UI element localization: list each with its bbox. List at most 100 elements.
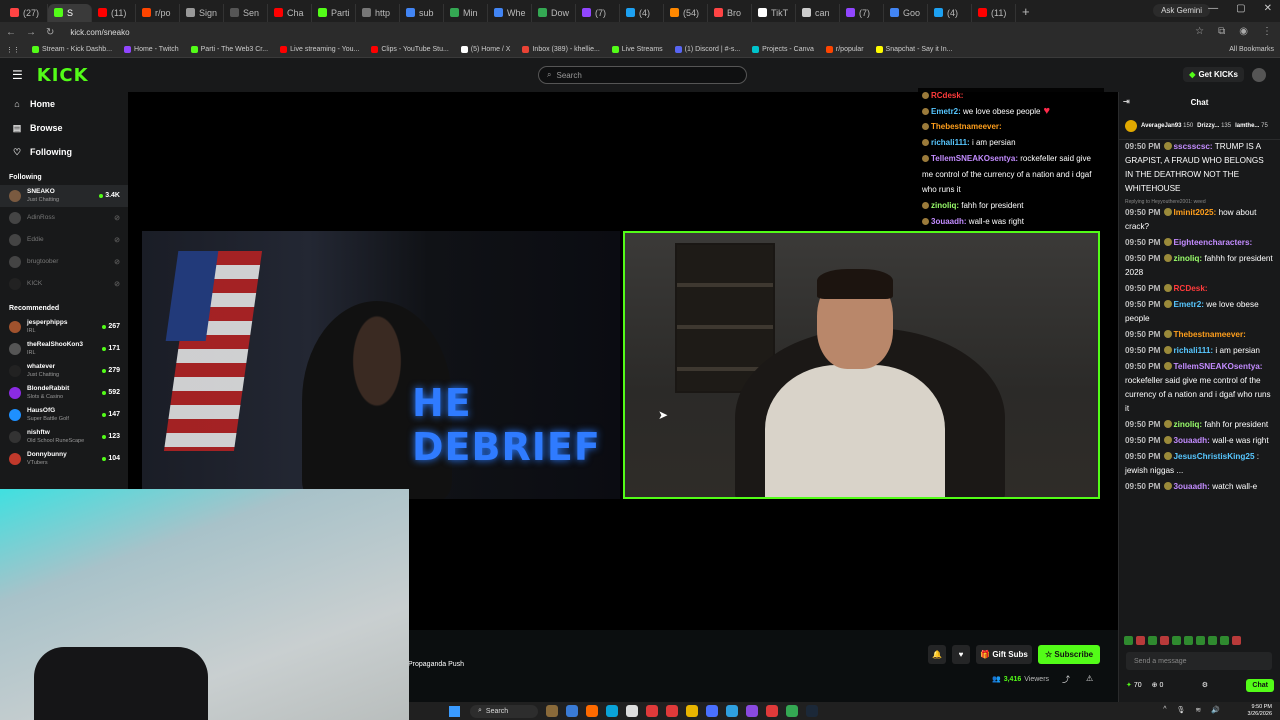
sidebar-item-home[interactable]: ⌂ Home: [0, 92, 128, 116]
message-username[interactable]: Iminit2025:: [1174, 208, 1217, 217]
notification-bell-button[interactable]: 🔔: [928, 645, 946, 664]
browser-tab[interactable]: (4): [620, 3, 664, 22]
menu-hamburger-icon[interactable]: ☰: [12, 68, 23, 82]
channel-item[interactable]: AdinRoss ⊘: [0, 207, 128, 229]
message-username[interactable]: Thebestnameever:: [1174, 330, 1246, 339]
app-icon[interactable]: [586, 705, 598, 717]
kick-logo[interactable]: KICK: [37, 65, 89, 86]
back-icon[interactable]: ←: [6, 27, 16, 38]
url-field[interactable]: kick.com/sneako: [70, 28, 129, 37]
channel-item[interactable]: nishftw Old School RuneScape 123: [0, 426, 128, 448]
chevron-up-icon[interactable]: ^: [1163, 706, 1166, 714]
browser-tab[interactable]: (7): [576, 3, 620, 22]
bookmark-item[interactable]: Live Streams: [611, 46, 663, 53]
follow-heart-button[interactable]: ♥: [952, 645, 970, 664]
channel-item[interactable]: KICK ⊘: [0, 273, 128, 295]
bookmark-item[interactable]: Projects - Canva: [752, 46, 814, 53]
channel-item[interactable]: Eddie ⊘: [0, 229, 128, 251]
message-username[interactable]: zinoliq:: [1174, 254, 1203, 263]
forward-icon[interactable]: →: [26, 27, 36, 38]
system-clock[interactable]: 9:50 PM 3/26/2026: [1248, 704, 1272, 718]
file-explorer-icon[interactable]: [686, 705, 698, 717]
browser-tab[interactable]: (7): [840, 3, 884, 22]
message-username[interactable]: JesusChristisKing25: [1174, 452, 1255, 461]
chat-settings-icon[interactable]: ⚙: [1202, 681, 1208, 689]
app-icon[interactable]: [626, 705, 638, 717]
message-username[interactable]: Eighteencharacters:: [1174, 238, 1253, 247]
browser-tab[interactable]: r/po: [136, 3, 180, 22]
app-icon[interactable]: [646, 705, 658, 717]
app-icon[interactable]: [666, 705, 678, 717]
channel-item[interactable]: Donnybunny VTubers 104: [0, 448, 128, 470]
message-username[interactable]: RCDesk:: [1174, 284, 1208, 293]
bookmark-item[interactable]: (5) Home / X: [460, 46, 510, 53]
bookmark-item[interactable]: Snapchat - Say it In...: [875, 46, 952, 53]
chrome-icon[interactable]: [786, 705, 798, 717]
browser-tab[interactable]: Cha: [268, 3, 312, 22]
browser-tab[interactable]: can: [796, 3, 840, 22]
edge-icon[interactable]: [606, 705, 618, 717]
app-icon[interactable]: [566, 705, 578, 717]
message-username[interactable]: 3ouaadh:: [1174, 482, 1210, 491]
browser-tab[interactable]: Sign: [180, 3, 224, 22]
bookmark-item[interactable]: r/popular: [825, 46, 864, 53]
minimize-icon[interactable]: —: [1208, 3, 1218, 14]
browser-tab[interactable]: http: [356, 3, 400, 22]
channel-item[interactable]: SNEAKO Just Chatting 3.4K: [0, 185, 128, 207]
maximize-icon[interactable]: ▢: [1236, 3, 1245, 14]
browser-tab[interactable]: TikT: [752, 3, 796, 22]
bookmark-star-icon[interactable]: ☆: [1195, 26, 1204, 37]
windows-start-icon[interactable]: [449, 705, 460, 717]
extensions-icon[interactable]: ⧉: [1218, 26, 1225, 37]
new-tab-icon[interactable]: +: [1016, 4, 1036, 19]
bookmark-item[interactable]: Live streaming - You...: [280, 46, 359, 53]
emote-icon[interactable]: [1124, 636, 1133, 645]
browser-tab[interactable]: (54): [664, 3, 708, 22]
search-input[interactable]: ⌕ Search: [538, 66, 747, 84]
message-username[interactable]: richali111:: [1174, 346, 1214, 355]
share-icon[interactable]: ⤴: [1062, 674, 1070, 685]
emote-icon[interactable]: [1208, 636, 1217, 645]
message-username[interactable]: Emetr2:: [1174, 300, 1205, 309]
browser-tab[interactable]: Goo: [884, 3, 928, 22]
sidebar-item-following[interactable]: ♡ Following: [0, 140, 128, 164]
app-icon[interactable]: [546, 705, 558, 717]
volume-icon[interactable]: 🔊: [1211, 706, 1220, 714]
app-icon[interactable]: [706, 705, 718, 717]
bookmark-item[interactable]: (1) Discord | #-s...: [674, 46, 740, 53]
emote-icon[interactable]: [1148, 636, 1157, 645]
taskbar-search[interactable]: ⌕ Search: [470, 704, 538, 718]
browser-tab[interactable]: Dow: [532, 3, 576, 22]
message-username[interactable]: sscsscsc:: [1174, 142, 1213, 151]
channel-item[interactable]: HausOfG Super Battle Golf 147: [0, 404, 128, 426]
channel-item[interactable]: whatever Just Chatting 279: [0, 360, 128, 382]
close-icon[interactable]: ✕: [1264, 3, 1272, 14]
message-username[interactable]: 3ouaadh:: [1174, 436, 1210, 445]
emote-icon[interactable]: [1184, 636, 1193, 645]
message-username[interactable]: TellemSNEAKOsentya:: [1174, 362, 1263, 371]
gift-subs-button[interactable]: 🎁 Gift Subs: [976, 645, 1032, 664]
browser-tab[interactable]: (11): [92, 3, 136, 22]
browser-tab[interactable]: (4): [928, 3, 972, 22]
profile-icon[interactable]: ◉: [1239, 26, 1248, 37]
reload-icon[interactable]: ↻: [46, 27, 54, 38]
bookmark-item[interactable]: Parti - The Web3 Cr...: [190, 46, 268, 53]
emote-icon[interactable]: [1160, 636, 1169, 645]
emote-icon[interactable]: [1136, 636, 1145, 645]
emote-icon[interactable]: [1232, 636, 1241, 645]
bookmark-item[interactable]: Home - Twitch: [124, 46, 179, 53]
app-icon[interactable]: [766, 705, 778, 717]
channel-item[interactable]: jesperphipps IRL 267: [0, 316, 128, 338]
all-bookmarks-button[interactable]: All Bookmarks: [1229, 46, 1274, 53]
chat-message-input[interactable]: Send a message: [1126, 652, 1272, 670]
browser-tab[interactable]: (11): [972, 3, 1016, 22]
app-icon[interactable]: [746, 705, 758, 717]
bookmark-item[interactable]: Stream - Kick Dashb...: [32, 46, 112, 53]
steam-icon[interactable]: [806, 705, 818, 717]
ask-gemini-button[interactable]: Ask Gemini: [1153, 4, 1210, 17]
bookmark-item[interactable]: Clips - YouTube Stu...: [371, 46, 449, 53]
apps-grid-icon[interactable]: ⋮⋮: [6, 46, 20, 54]
emote-icon[interactable]: [1172, 636, 1181, 645]
menu-icon[interactable]: ⋮: [1262, 26, 1272, 37]
wifi-icon[interactable]: ≋: [1195, 706, 1201, 714]
